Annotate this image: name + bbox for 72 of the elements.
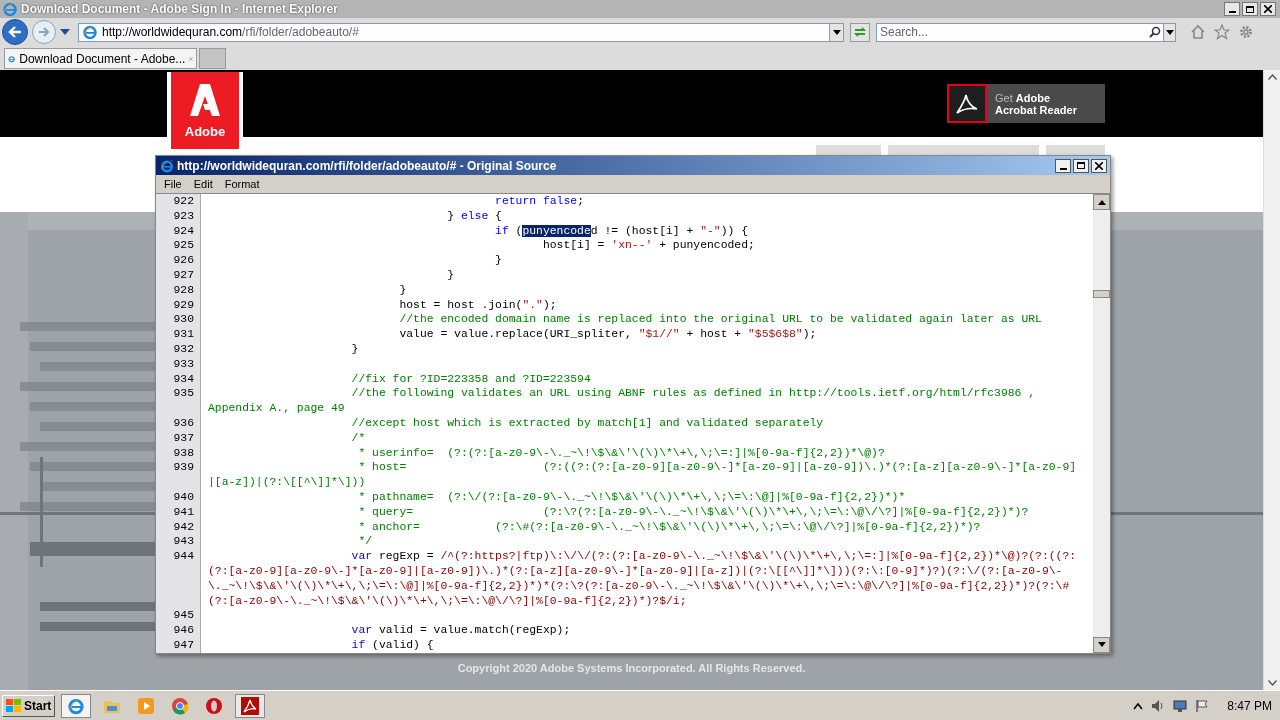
line-number: 934 bbox=[173, 371, 194, 387]
code-line: /* bbox=[350, 430, 367, 446]
code-line: (?:[a-z0-9\-\._~\!\$\&\'\(\)\*\+\,\;\=\:\@\/\?]|%[0-9a-f]{2,2})*)?$/i; bbox=[208, 593, 688, 609]
line-number: 945 bbox=[173, 608, 194, 624]
browser-tab[interactable]: Download Document - Adobe... bbox=[4, 48, 197, 69]
address-text: http://worldwidequran.com/rfi/folder/adobeauto/# bbox=[102, 24, 360, 41]
code-line: host[i] = 'xn--' + punyencoded; bbox=[541, 238, 756, 254]
line-number: 932 bbox=[173, 341, 194, 357]
line-number: 930 bbox=[173, 312, 194, 328]
line-number: 931 bbox=[173, 327, 194, 342]
code-line: } bbox=[494, 253, 503, 268]
reader-button-line: Acrobat Reader bbox=[995, 103, 1077, 116]
code-line: * host= (?:((?:(?:[a-z0-9][a-z0-9\-]*[a-z0-9]|[a-z0-9])\.)*(?:[a-z][a-z0-9\-]*[a-z0-9] bbox=[357, 460, 1078, 476]
code-line: (?:[a-z0-9][a-z0-9\-]*[a-z0-9]|[a-z0-9])\.)*(?:[a-z][a-z0-9\-]*[a-z0-9]|[a-z])|(?:\[[^\]]*\]))(?:\:[0-9]*)?)(?:\/(?:[a-z0-9\- bbox=[208, 563, 1064, 579]
line-number: 946 bbox=[173, 623, 194, 638]
line-number: 927 bbox=[173, 268, 194, 283]
clock: 8:47 PM bbox=[1227, 697, 1272, 715]
line-number: 933 bbox=[173, 356, 194, 372]
code-line: if (valid) { bbox=[350, 637, 435, 653]
code-line: } bbox=[446, 268, 456, 283]
line-number: 941 bbox=[173, 504, 194, 520]
line-number: 936 bbox=[173, 415, 194, 431]
code-line: //the encoded domain name is replaced into the original URL to be validated again later as URL bbox=[398, 312, 1043, 328]
reader-button-line: Get Adobe bbox=[995, 91, 1052, 104]
start-button[interactable]: Start bbox=[2, 694, 56, 717]
code-line: } bbox=[398, 282, 408, 298]
window-title: Download Document - Adobe Sign In - Internet Explorer bbox=[21, 1, 339, 18]
search-box[interactable]: Search... bbox=[876, 22, 1176, 42]
code-line: return false; bbox=[494, 194, 585, 209]
line-number: 942 bbox=[173, 519, 194, 535]
code-line: } else { bbox=[446, 208, 503, 224]
menu-item[interactable]: Edit bbox=[193, 175, 213, 193]
code-line: |[a-z])|(?:\[[^\]]*\])) bbox=[208, 475, 367, 490]
line-number: 947 bbox=[173, 637, 194, 653]
line-number: 925 bbox=[173, 238, 194, 254]
code-line: * anchor= (?:\#(?:[a-z0-9\-\._~\!\$\&\'\(\)\*\+\,\;\=\:\@\/\?]|%[0-9a-f]{2,2})*)? bbox=[357, 519, 982, 535]
code-line: \._~\!\$\&\'\(\)\*\+\,\;\=\:\@]|%[0-9a-f]{2,2})*)*(?:\?(?:[a-z0-9\-\._~\!\$\&\'\(\)\*\+\,\;\=\:\@\/\?]|%[0-9a-f]{2,2})*)?(?:\# bbox=[208, 578, 1071, 594]
line-number: 935 bbox=[173, 386, 194, 402]
code-line: value = value.replace(URI_spliter, "$1//" + host + "$5$6$8"); bbox=[398, 327, 818, 342]
code-line: //the following validates an URL using ABNF rules as defined in http://tools.ietf.org/html/rfc3986 , bbox=[350, 386, 1037, 402]
line-number: 922 bbox=[173, 194, 194, 209]
code-line: * query= (?:\?(?:[a-z0-9\-\._~\!\$\&\'\(\)\*\+\,\;\=\:\@\/\?]|%[0-9a-f]{2,2})*)? bbox=[357, 504, 1030, 520]
address-field[interactable]: http://worldwidequran.com/rfi/folder/adobeauto/# bbox=[78, 22, 844, 42]
code-line: * pathname= (?:\/(?:[a-z0-9\-\._~\!\$\&\'\(\)\*\+\,\;\=\:\@]|%[0-9a-f]{2,2})*)* bbox=[357, 489, 907, 505]
code-line: * userinfo= (?:(?:[a-z0-9\-\._~\!\$\&\'\(\)\*\+\,\;\=:]|%[0-9a-f]{2,2})*\@)? bbox=[357, 445, 886, 461]
line-number: 944 bbox=[173, 549, 194, 564]
code-line: var regExp = /^(?:https?|ftp)\:\/\/(?:(?:[a-z0-9\-\._~\!\$\&\'\(\)\*\+\,\;\=:]|%[0-9a-f]{2,2})*\@)?(?:((?: bbox=[350, 549, 1078, 564]
line-number: 929 bbox=[173, 297, 194, 313]
line-number: 928 bbox=[173, 282, 194, 298]
menu-item[interactable]: Format bbox=[224, 175, 260, 193]
copyright-text: Copyright 2020 Adobe Systems Incorporated. All Rights Reserved. bbox=[457, 660, 806, 676]
logo-text: Adobe bbox=[184, 122, 226, 141]
line-number: 939 bbox=[173, 460, 194, 476]
menu-item[interactable]: File bbox=[164, 175, 182, 193]
code-line: var valid = value.match(regExp); bbox=[350, 623, 572, 638]
code-line: Appendix A., page 49 bbox=[208, 401, 346, 416]
line-number: 937 bbox=[173, 430, 194, 446]
code-line: //except host which is extracted by match[1] and validated separately bbox=[350, 415, 825, 431]
line-number: 924 bbox=[173, 223, 194, 239]
line-number: 923 bbox=[173, 208, 194, 224]
code-line: if (punyencoded != (host[i] + "-")) { bbox=[494, 223, 750, 239]
line-number: 938 bbox=[173, 445, 194, 461]
source-window-title: http://worldwidequran.com/rfi/folder/adobeauto/# - Original Source bbox=[177, 157, 558, 175]
code-line: } bbox=[350, 341, 360, 357]
line-number: 943 bbox=[173, 534, 194, 550]
acrobat-reader-button[interactable]: Get Adobe Acrobat Reader bbox=[947, 84, 1105, 123]
code-line: host = host .join("."); bbox=[398, 297, 558, 313]
code-line: //fix for ?ID=223358 and ?ID=223594 bbox=[350, 371, 592, 387]
code-line: */ bbox=[357, 534, 374, 550]
search-field[interactable]: Search... bbox=[880, 23, 1149, 41]
line-number: 940 bbox=[173, 489, 194, 505]
line-number: 926 bbox=[173, 253, 194, 268]
